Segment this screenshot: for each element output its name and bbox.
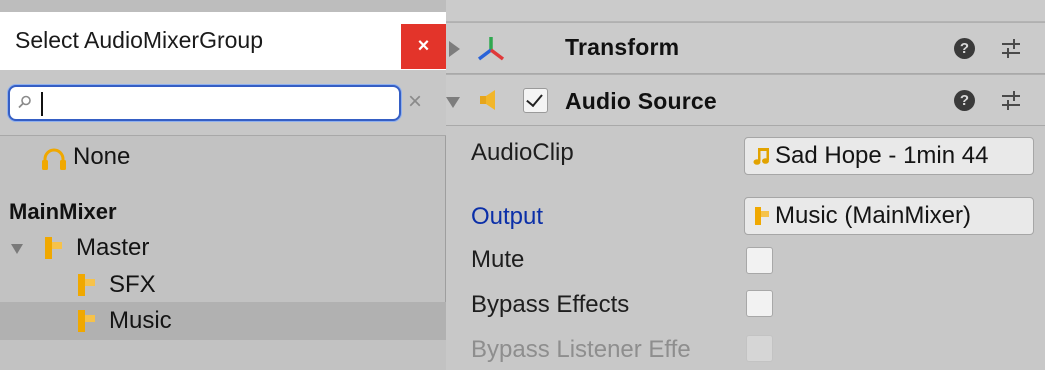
audio-source-component-header[interactable]: Audio Source ? bbox=[437, 74, 1045, 126]
audioclip-label: AudioClip bbox=[471, 139, 574, 166]
music-note-icon bbox=[753, 148, 769, 165]
text-caret bbox=[41, 92, 43, 116]
transform-component-header[interactable]: Transform ? bbox=[437, 22, 1045, 74]
presets-settings-icon[interactable] bbox=[1000, 90, 1022, 112]
mixer-group-icon bbox=[755, 207, 769, 225]
transform-axes-icon bbox=[477, 37, 505, 61]
foldout-collapsed-icon[interactable] bbox=[449, 41, 460, 57]
music-label: Music bbox=[109, 307, 172, 334]
sfx-label: SFX bbox=[109, 271, 156, 298]
list-item-master[interactable]: Master bbox=[0, 229, 446, 267]
list-item-music[interactable]: Music bbox=[0, 302, 446, 340]
list-item-none[interactable]: None bbox=[0, 138, 446, 176]
mute-checkbox[interactable] bbox=[746, 247, 773, 274]
search-icon bbox=[18, 95, 31, 109]
output-value: Music (MainMixer) bbox=[775, 202, 972, 229]
close-button[interactable]: × bbox=[401, 24, 446, 69]
popup-titlebar: Select AudioMixerGroup bbox=[0, 12, 446, 70]
master-label: Master bbox=[76, 234, 150, 261]
mixer-name-heading: MainMixer bbox=[9, 199, 117, 224]
help-icon[interactable]: ? bbox=[954, 38, 975, 59]
none-label: None bbox=[73, 143, 131, 170]
mute-label: Mute bbox=[471, 246, 525, 273]
clear-search-icon[interactable]: × bbox=[408, 90, 422, 114]
select-audiomixergroup-popup: Select AudioMixerGroup × × None MainMixe… bbox=[0, 0, 446, 370]
mixer-group-icon bbox=[78, 310, 95, 332]
inspector-panel: Transform ? Audio Source ? AudioClip Sad… bbox=[437, 0, 1045, 370]
search-input[interactable] bbox=[8, 85, 401, 121]
list-item-sfx[interactable]: SFX bbox=[0, 266, 446, 304]
popup-title: Select AudioMixerGroup bbox=[15, 27, 264, 53]
search-area: × bbox=[0, 70, 446, 136]
checkmark-icon bbox=[526, 89, 543, 108]
bypass-listener-effects-checkbox bbox=[746, 335, 773, 362]
tree-expanded-icon[interactable] bbox=[11, 244, 23, 254]
bypass-listener-effects-label: Bypass Listener Effe bbox=[471, 336, 691, 363]
mixer-group-icon bbox=[78, 274, 95, 296]
popup-top-strip bbox=[0, 0, 446, 12]
speaker-icon bbox=[480, 90, 495, 110]
inspector-top-band bbox=[437, 0, 1045, 22]
presets-settings-icon[interactable] bbox=[1000, 38, 1022, 60]
bypass-effects-checkbox[interactable] bbox=[746, 290, 773, 317]
help-icon[interactable]: ? bbox=[954, 90, 975, 111]
audioclip-field[interactable]: Sad Hope - 1min 44 bbox=[744, 137, 1034, 175]
foldout-expanded-icon[interactable] bbox=[446, 97, 460, 108]
audioclip-value: Sad Hope - 1min 44 bbox=[775, 142, 989, 169]
mixer-group-icon bbox=[45, 237, 62, 259]
output-label: Output bbox=[471, 203, 544, 230]
audio-source-title: Audio Source bbox=[565, 88, 717, 114]
transform-title: Transform bbox=[565, 34, 680, 60]
popup-bottom-area bbox=[0, 340, 446, 370]
component-enabled-checkbox[interactable] bbox=[523, 88, 548, 113]
output-field[interactable]: Music (MainMixer) bbox=[744, 197, 1034, 235]
headphones-icon bbox=[42, 148, 66, 170]
bypass-effects-label: Bypass Effects bbox=[471, 291, 630, 318]
